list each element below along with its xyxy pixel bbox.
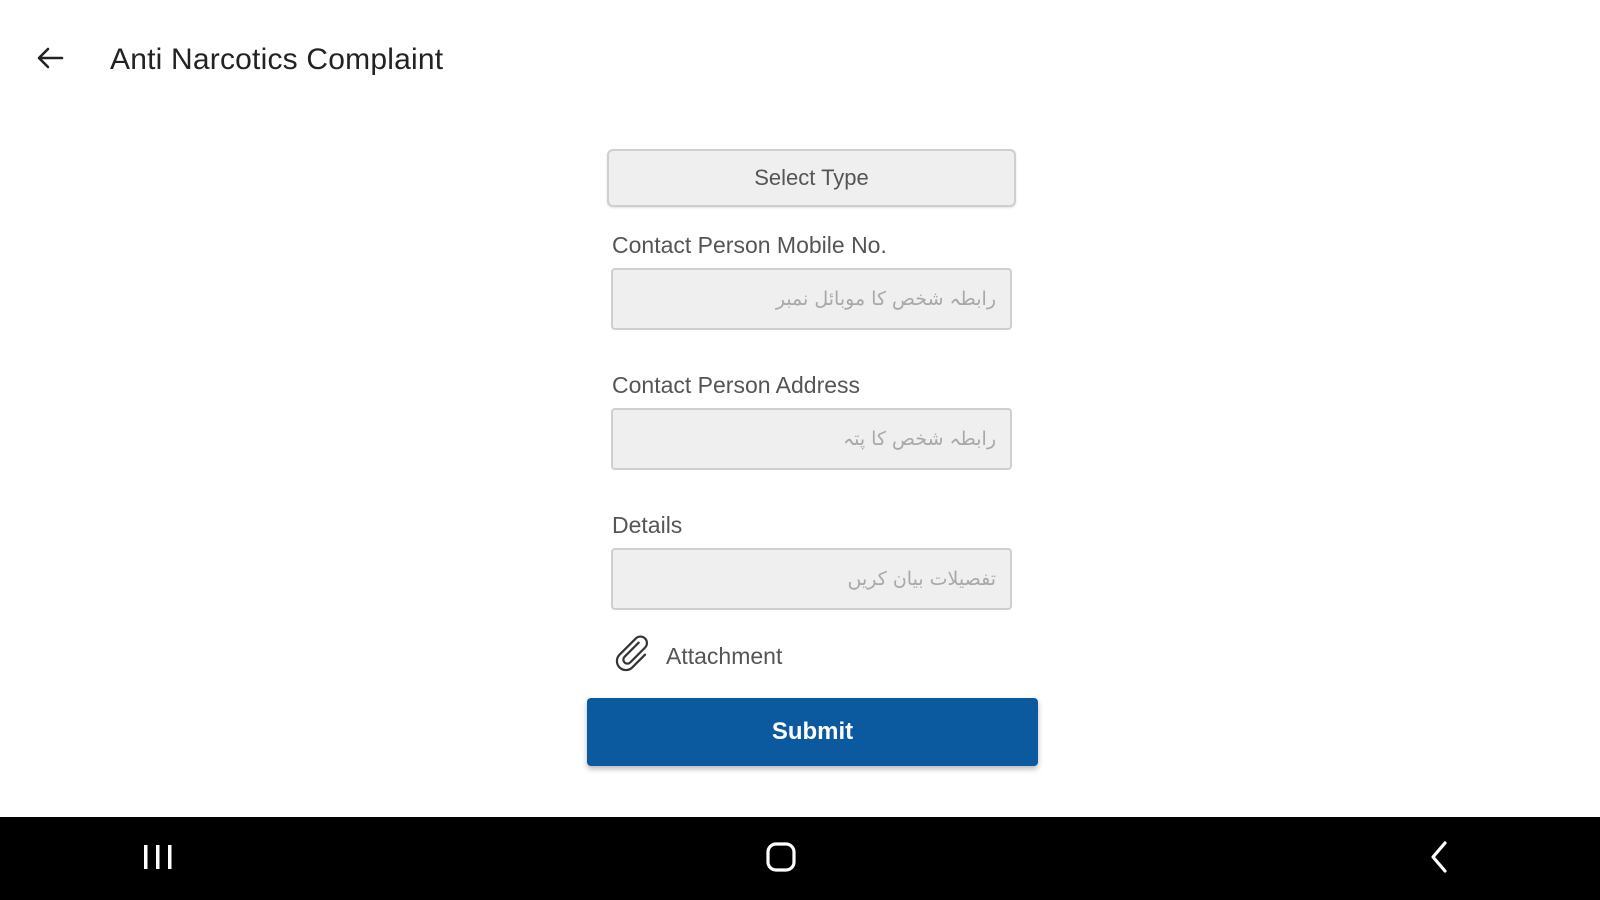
recent-apps-icon xyxy=(141,842,175,877)
app-screen: Anti Narcotics Complaint Select Type Con… xyxy=(0,0,1600,900)
home-icon xyxy=(764,840,798,879)
submit-button[interactable]: Submit xyxy=(587,698,1038,766)
select-type-dropdown[interactable]: Select Type xyxy=(607,149,1016,207)
home-button[interactable] xyxy=(751,831,811,887)
address-input[interactable] xyxy=(611,408,1012,470)
back-nav-button[interactable] xyxy=(1410,831,1470,887)
paperclip-icon xyxy=(612,633,654,680)
complaint-form: Select Type Contact Person Mobile No. Co… xyxy=(0,0,1600,800)
system-nav-bar xyxy=(0,817,1600,900)
back-chevron-icon xyxy=(1426,840,1454,879)
details-label: Details xyxy=(612,512,683,538)
details-input[interactable] xyxy=(611,548,1012,610)
recent-apps-button[interactable] xyxy=(128,831,188,887)
mobile-number-label: Contact Person Mobile No. xyxy=(612,232,887,258)
attachment-button[interactable]: Attachment xyxy=(612,634,782,678)
attachment-label: Attachment xyxy=(666,642,783,669)
address-label: Contact Person Address xyxy=(612,372,861,398)
mobile-number-input[interactable] xyxy=(611,268,1012,330)
